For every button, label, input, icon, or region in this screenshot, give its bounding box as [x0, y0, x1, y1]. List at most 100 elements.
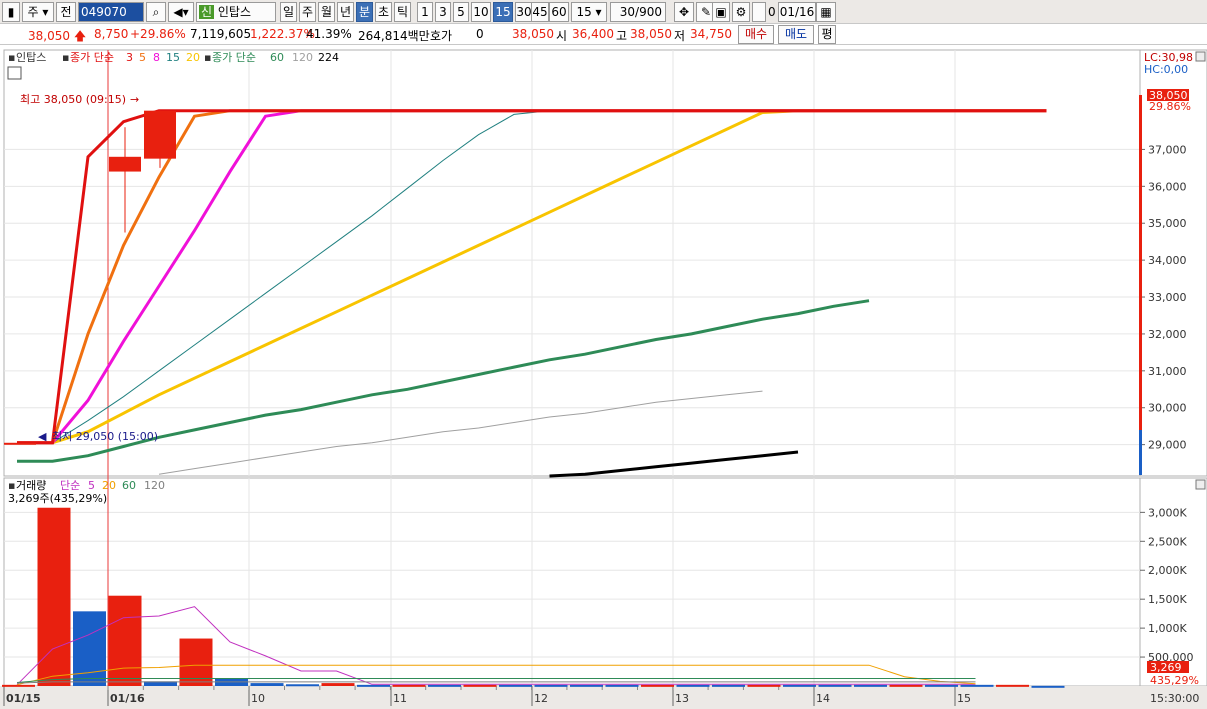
vol-pct-tag-label: 435,29% — [1150, 674, 1199, 687]
new-badge: 신 — [199, 5, 215, 19]
interval-15[interactable]: 15 — [493, 2, 513, 22]
volume-bar — [676, 684, 710, 687]
stock-name: 인탑스 — [217, 5, 251, 19]
checkbox[interactable] — [752, 2, 766, 22]
table-icon[interactable] — [7, 66, 22, 80]
interval-60[interactable]: 60 — [549, 2, 569, 22]
legend-ma5: 5 — [139, 51, 146, 64]
speaker-icon[interactable]: ◀▾ — [168, 2, 194, 22]
count-input[interactable]: 30/900 — [610, 2, 666, 22]
volume-bar — [570, 684, 603, 687]
price-value: 38,050 — [28, 29, 70, 43]
legend-ma224: 224 — [318, 51, 339, 64]
search-icon[interactable]: ⌕ — [146, 2, 166, 22]
hoga-price: 38,050 — [512, 27, 554, 41]
price-tick-label: 29,000 — [1148, 439, 1187, 452]
market-select[interactable]: 주 ▾ — [22, 2, 54, 22]
vol-legend-ma20: 20 — [102, 479, 116, 492]
legend-ma120: 120 — [292, 51, 313, 64]
open-label: 시 — [556, 29, 568, 43]
interval-3[interactable]: 3 — [435, 2, 451, 22]
chart-type-icon[interactable]: ▮ — [2, 2, 20, 22]
vol-tag-label: 3,269 — [1150, 661, 1182, 674]
calendar-icon[interactable]: ▦ — [816, 2, 836, 22]
volume-bar — [960, 684, 994, 687]
collapse-vol-icon[interactable] — [1195, 479, 1206, 490]
up-arrow-icon: 🡅 — [73, 29, 87, 43]
period-year[interactable]: 년 — [337, 2, 354, 22]
period-week[interactable]: 주 — [299, 2, 316, 22]
collapse-icon[interactable] — [1195, 51, 1206, 62]
prev-button[interactable]: 전 — [56, 2, 76, 22]
legend-close-label-2: 종가 단순 — [212, 51, 256, 64]
time-tick-label: 01/15 — [6, 692, 41, 705]
volume-bar — [605, 684, 639, 687]
interval-45[interactable]: 45 — [531, 2, 549, 22]
change: 8,750 — [94, 27, 129, 41]
stock-chart[interactable]: 29,000 30,000 31,000 32,000 33,000 34,000 35,0… — [0, 45, 1207, 709]
buy-button[interactable]: 매수 — [738, 25, 774, 44]
toolbar: ▮ 주 ▾ 전 049070 ⌕ ◀▾ 신 인탑스 일 주 월 년 분 초 틱 … — [0, 0, 1207, 24]
legend-ma3: 3 — [126, 51, 133, 64]
period-day[interactable]: 일 — [280, 2, 297, 22]
volume-tick-label: 3,000K — [1148, 506, 1187, 519]
turnover: 41.39% — [306, 27, 352, 41]
interval-value: 15 — [576, 5, 592, 19]
volume-bar — [108, 595, 142, 686]
volume-bar — [357, 684, 390, 687]
legend-ma8: 8 — [153, 51, 160, 64]
price-tick-label: 30,000 — [1148, 402, 1187, 415]
eval-button[interactable]: 평 — [818, 25, 836, 44]
save-icon[interactable]: ▣ — [712, 2, 730, 22]
code-input[interactable]: 049070 — [78, 2, 144, 22]
vol-legend-ma60: 60 — [122, 479, 136, 492]
high-price: 38,050 — [630, 27, 672, 41]
stock-name-field[interactable]: 신 인탑스 — [196, 2, 276, 22]
time-axis — [0, 686, 1207, 709]
price-tick-label: 36,000 — [1148, 180, 1187, 193]
market-label: 주 — [27, 5, 39, 19]
hoga-label: 호가 — [430, 29, 453, 43]
sell-button[interactable]: 매도 — [778, 25, 814, 44]
date-input[interactable]: 01/16 — [778, 2, 816, 22]
volume-tick-label: 2,000K — [1148, 564, 1187, 577]
gear-icon[interactable]: ⚙ — [732, 2, 750, 22]
checkbox-label: 0 — [768, 5, 776, 19]
time-label: 15:30:00 — [1150, 692, 1199, 705]
pct-tag-label: 29.86% — [1149, 100, 1191, 113]
time-tick-label: 01/16 — [110, 692, 145, 705]
price-tick-label: 34,000 — [1148, 254, 1187, 267]
quote-bar: 38,050 🡅 8,750 +29.86% 7,119,605 1,222.3… — [0, 24, 1207, 45]
volume-bar — [428, 684, 461, 687]
legend-bullet-3: ▪ — [204, 51, 211, 64]
volume-bar — [747, 684, 781, 687]
hoga-value: 0 — [476, 27, 484, 41]
volume-pane — [3, 477, 1141, 687]
volume-bar — [818, 684, 852, 687]
period-minute[interactable]: 분 — [356, 2, 373, 22]
vol-legend-ma5: 5 — [88, 479, 95, 492]
interval-5[interactable]: 5 — [453, 2, 469, 22]
tool-icon[interactable]: ✥ — [674, 2, 694, 22]
legend-bullet: ▪ — [8, 51, 15, 64]
price-tick-label: 33,000 — [1148, 291, 1187, 304]
interval-select[interactable]: 15 ▾ — [571, 2, 607, 22]
time-tick-label: 15 — [957, 692, 971, 705]
time-tick-label: 12 — [534, 692, 548, 705]
open-price: 36,400 — [572, 27, 614, 41]
high-annotation: 최고 38,050 (09:15) — [20, 93, 126, 106]
vol-legend-info: 3,269주(435,29%) — [8, 492, 107, 505]
volume-bar — [996, 684, 1029, 687]
vol-legend-ma120: 120 — [144, 479, 165, 492]
period-tick[interactable]: 틱 — [394, 2, 411, 22]
volume-bar — [2, 684, 35, 687]
period-second[interactable]: 초 — [375, 2, 392, 22]
interval-10[interactable]: 10 — [471, 2, 491, 22]
period-month[interactable]: 월 — [318, 2, 335, 22]
candle-body — [109, 156, 141, 172]
volume-bar — [463, 684, 497, 687]
interval-1[interactable]: 1 — [417, 2, 433, 22]
legend-ma60: 60 — [270, 51, 284, 64]
legend-bullet-2: ▪ — [62, 51, 69, 64]
legend-ma15: 15 — [166, 51, 180, 64]
